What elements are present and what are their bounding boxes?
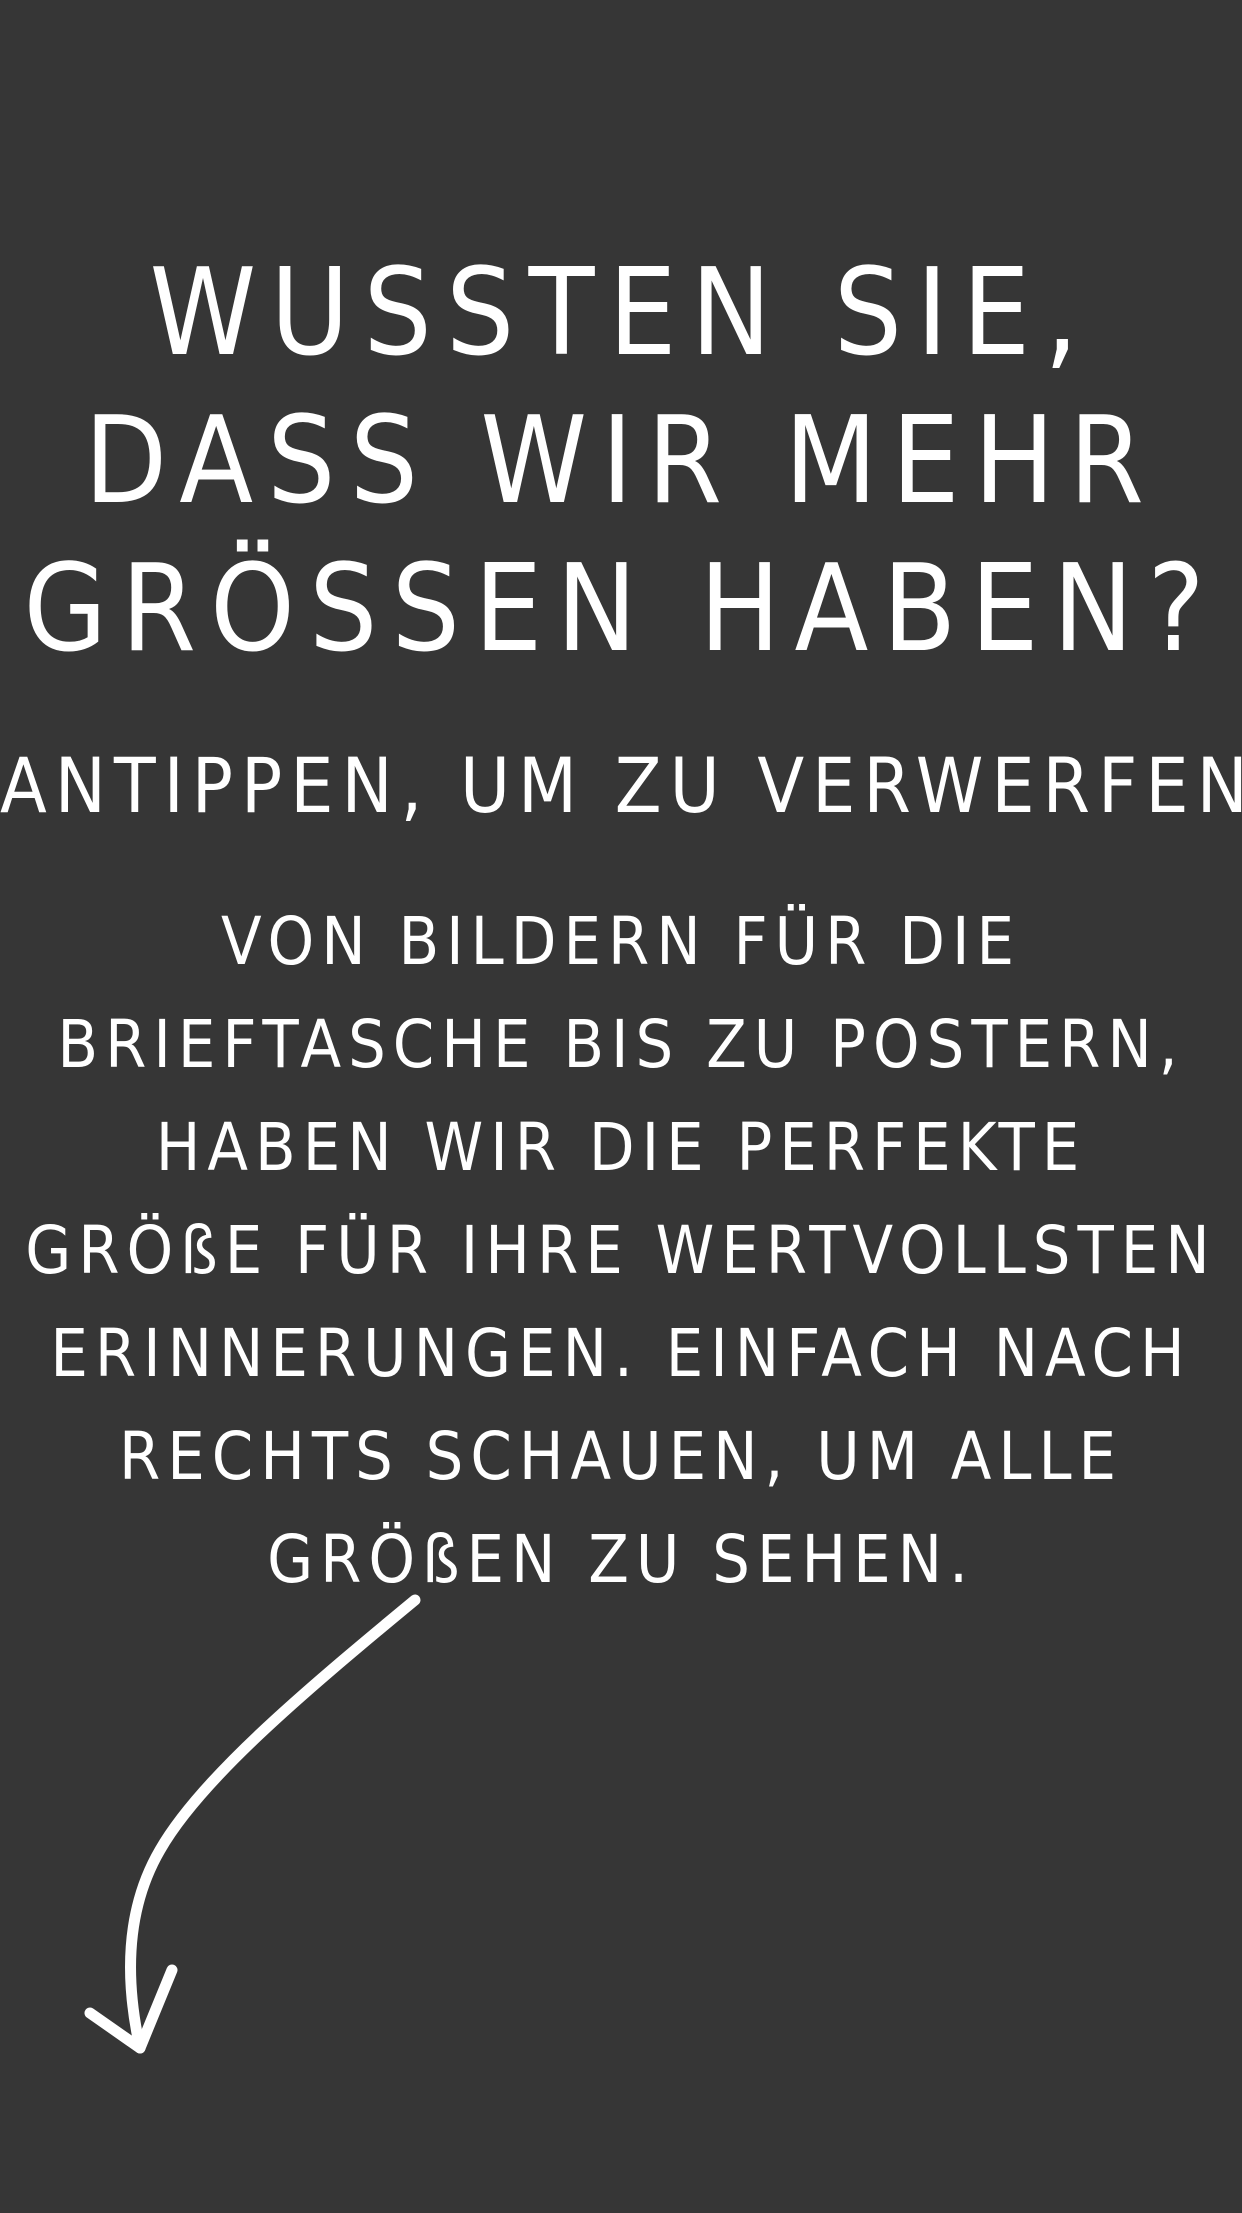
dismiss-hint[interactable]: ANTIPPEN, UM ZU VERWERFEN <box>0 738 1242 834</box>
description-line: BRIEFTASCHE BIS ZU POSTERN, <box>57 1006 1185 1083</box>
description-line: GRÖßE FÜR IHRE WERTVOLLSTEN <box>25 1212 1217 1289</box>
headline-line: DASS WIR MEHR <box>84 392 1158 531</box>
description-line: HABEN WIR DIE PERFEKTE <box>155 1109 1087 1186</box>
description-line: ERINNERUNGEN. EINFACH NACH <box>50 1315 1192 1392</box>
description-line: VON BILDERN FÜR DIE <box>221 903 1021 980</box>
size-info-overlay[interactable]: WUSSTEN SIE, DASS WIR MEHR GRÖßEN HABEN?… <box>0 0 1242 2213</box>
headline: WUSSTEN SIE, DASS WIR MEHR GRÖßEN HABEN? <box>0 240 1242 684</box>
description-line: GRÖßEN ZU SEHEN. <box>267 1521 975 1598</box>
description: VON BILDERN FÜR DIE BRIEFTASCHE BIS ZU P… <box>0 890 1242 1611</box>
headline-line: GRÖßEN HABEN? <box>23 540 1219 679</box>
headline-line: WUSSTEN SIE, <box>149 244 1093 383</box>
description-line: RECHTS SCHAUEN, UM ALLE <box>118 1418 1124 1495</box>
